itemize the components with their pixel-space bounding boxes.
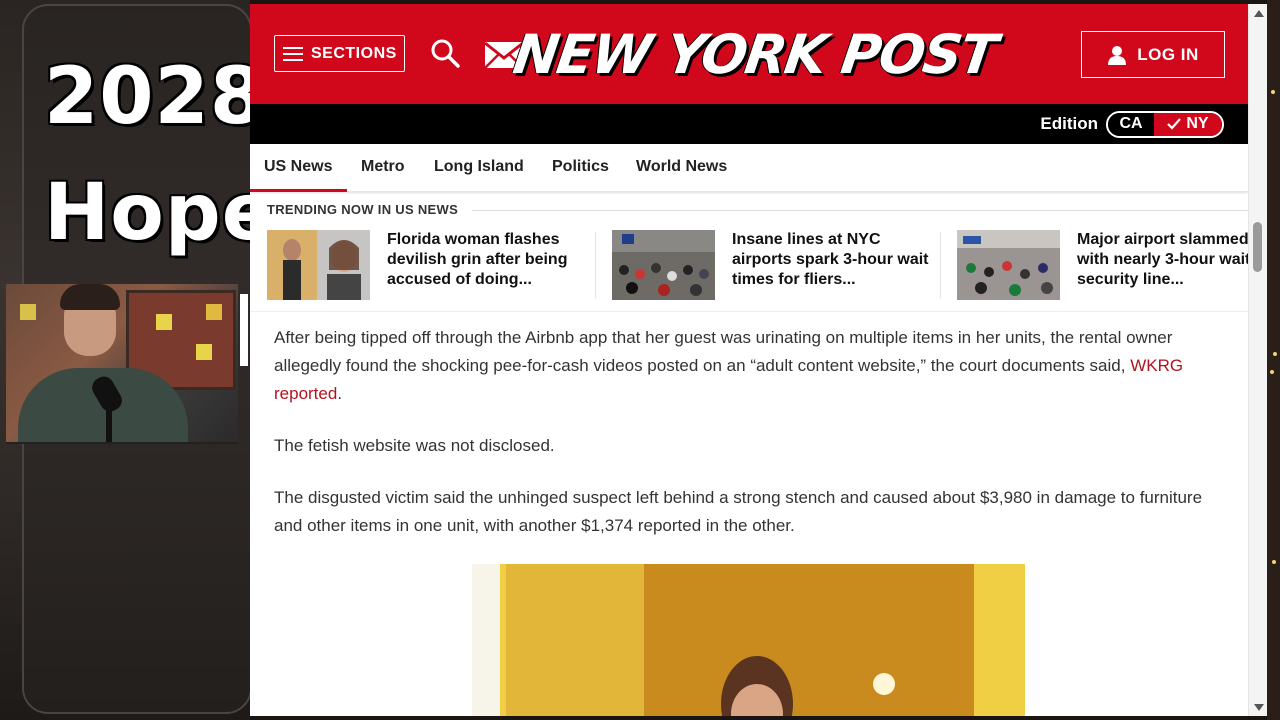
logo-text: NEW YORK POST [509, 22, 999, 86]
scroll-up-icon[interactable] [1254, 10, 1264, 17]
trending-headline: Insane lines at NYC airports spark 3-hou… [732, 231, 929, 288]
right-background-strip [1267, 0, 1280, 720]
trending-headline: Major airport slammed with nearly 3-hour… [1077, 231, 1267, 288]
login-button[interactable]: LOG IN [1081, 31, 1225, 78]
trending-item[interactable]: Florida woman flashes devilish grin afte… [267, 230, 587, 300]
section-nav: US News Metro Long Island Politics World… [250, 144, 1248, 192]
trending-item[interactable]: Major airport slammed with nearly 3-hour… [957, 230, 1267, 300]
scroll-down-icon[interactable] [1254, 704, 1264, 711]
user-icon [1108, 45, 1127, 65]
nav-item-metro[interactable]: Metro [361, 158, 405, 176]
site-logo[interactable]: NEW YORK POST [509, 16, 999, 92]
article-body: After being tipped off through the Airbn… [274, 324, 1214, 564]
edition-ca-option[interactable]: CA [1108, 112, 1154, 136]
sections-label: SECTIONS [311, 44, 397, 62]
article-paragraph: After being tipped off through the Airbn… [274, 328, 1184, 403]
stream-overlay-panel: 2028 Hope [0, 0, 275, 720]
site-header: SECTIONS NEW YORK POST LOG IN [250, 4, 1248, 104]
nav-item-us-news[interactable]: US News [264, 158, 332, 176]
nav-item-long-island[interactable]: Long Island [434, 158, 524, 176]
overlay-title-line1: 2028 [44, 52, 266, 142]
login-label: LOG IN [1137, 44, 1199, 64]
active-nav-indicator [250, 189, 347, 192]
nav-item-politics[interactable]: Politics [552, 158, 609, 176]
trending-thumbnail [957, 230, 1060, 300]
browser-viewport: SECTIONS NEW YORK POST LOG IN Edition CA… [250, 4, 1267, 716]
screen: { "overlay": { "title_line1": "2028", "t… [0, 0, 1280, 720]
paragraph-text: After being tipped off through the Airbn… [274, 328, 1173, 375]
edition-ny-option[interactable]: NY [1154, 112, 1222, 136]
article-photo [472, 564, 1025, 716]
article-paragraph: The fetish website was not disclosed. [274, 436, 555, 455]
sections-button[interactable]: SECTIONS [274, 35, 405, 72]
hamburger-icon [283, 46, 303, 61]
trending-thumbnail [267, 230, 370, 300]
nav-item-world-news[interactable]: World News [636, 158, 727, 176]
trending-thumbnail [612, 230, 715, 300]
article-paragraph: The disgusted victim said the unhinged s… [274, 488, 1203, 535]
checkmark-icon [1167, 118, 1182, 130]
scrollbar-thumb[interactable] [1253, 222, 1262, 272]
edition-label: Edition [1040, 114, 1098, 133]
webcam-feed [6, 284, 238, 444]
edition-ny-label: NY [1186, 115, 1209, 132]
trending-headline: Florida woman flashes devilish grin afte… [387, 231, 568, 288]
edition-bar: Edition CA NY [250, 104, 1248, 144]
trending-bar: TRENDING NOW IN US NEWS Florida woman fl… [250, 194, 1267, 312]
edition-toggle: CA NY [1106, 110, 1224, 138]
overlay-title-line2: Hope [44, 168, 276, 258]
trending-item[interactable]: Insane lines at NYC airports spark 3-hou… [612, 230, 932, 300]
trending-heading: TRENDING NOW IN US NEWS [267, 202, 459, 217]
search-icon[interactable] [430, 38, 460, 68]
vertical-scrollbar[interactable] [1248, 4, 1267, 716]
